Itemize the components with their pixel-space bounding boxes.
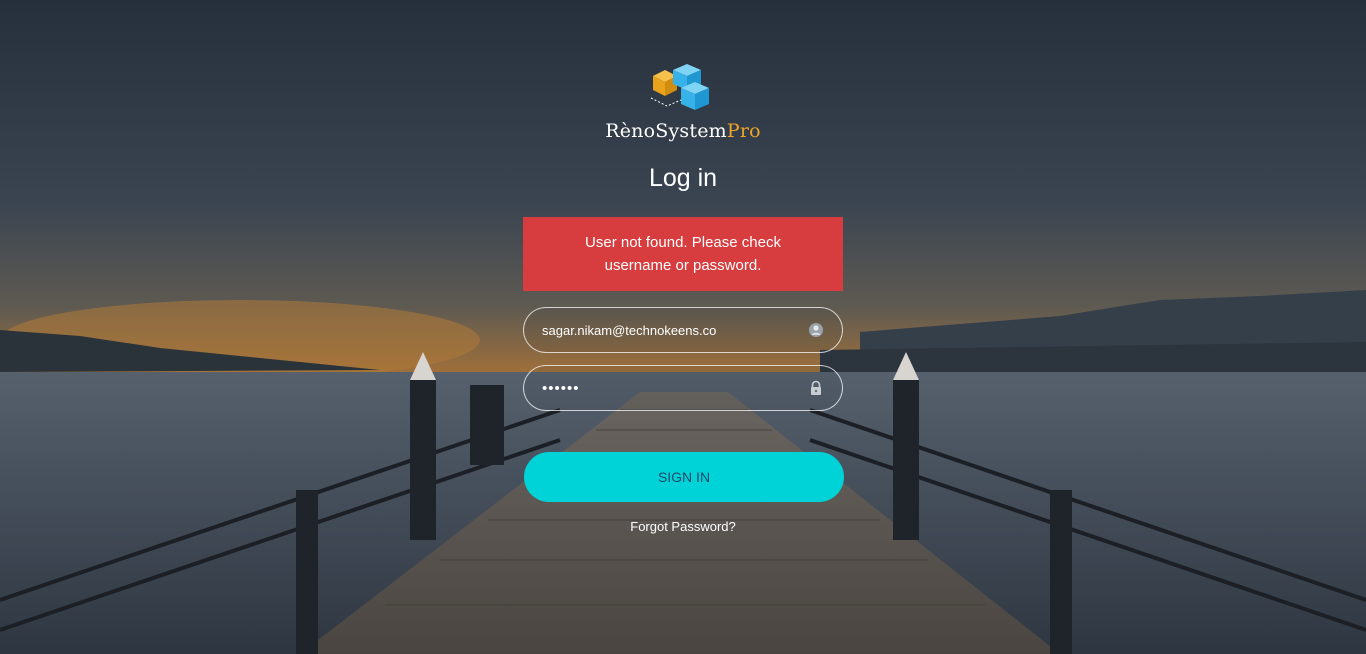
error-message: User not found. Please check username or… (585, 234, 781, 274)
lock-icon (811, 380, 821, 395)
password-input[interactable] (542, 366, 792, 410)
username-field[interactable] (523, 307, 843, 353)
error-alert: User not found. Please check username or… (523, 217, 843, 291)
password-field[interactable] (523, 365, 843, 411)
brand-header: RènoSystemPro (583, 62, 783, 142)
forgot-password-link[interactable]: Forgot Password? (583, 519, 783, 534)
cubes-logo-icon (650, 64, 709, 110)
sign-in-button[interactable]: SIGN IN (524, 452, 844, 502)
brand-name: RènoSystemPro (605, 120, 761, 142)
page-title: Log in (648, 164, 718, 192)
username-input[interactable] (542, 308, 792, 352)
user-icon (809, 323, 823, 337)
